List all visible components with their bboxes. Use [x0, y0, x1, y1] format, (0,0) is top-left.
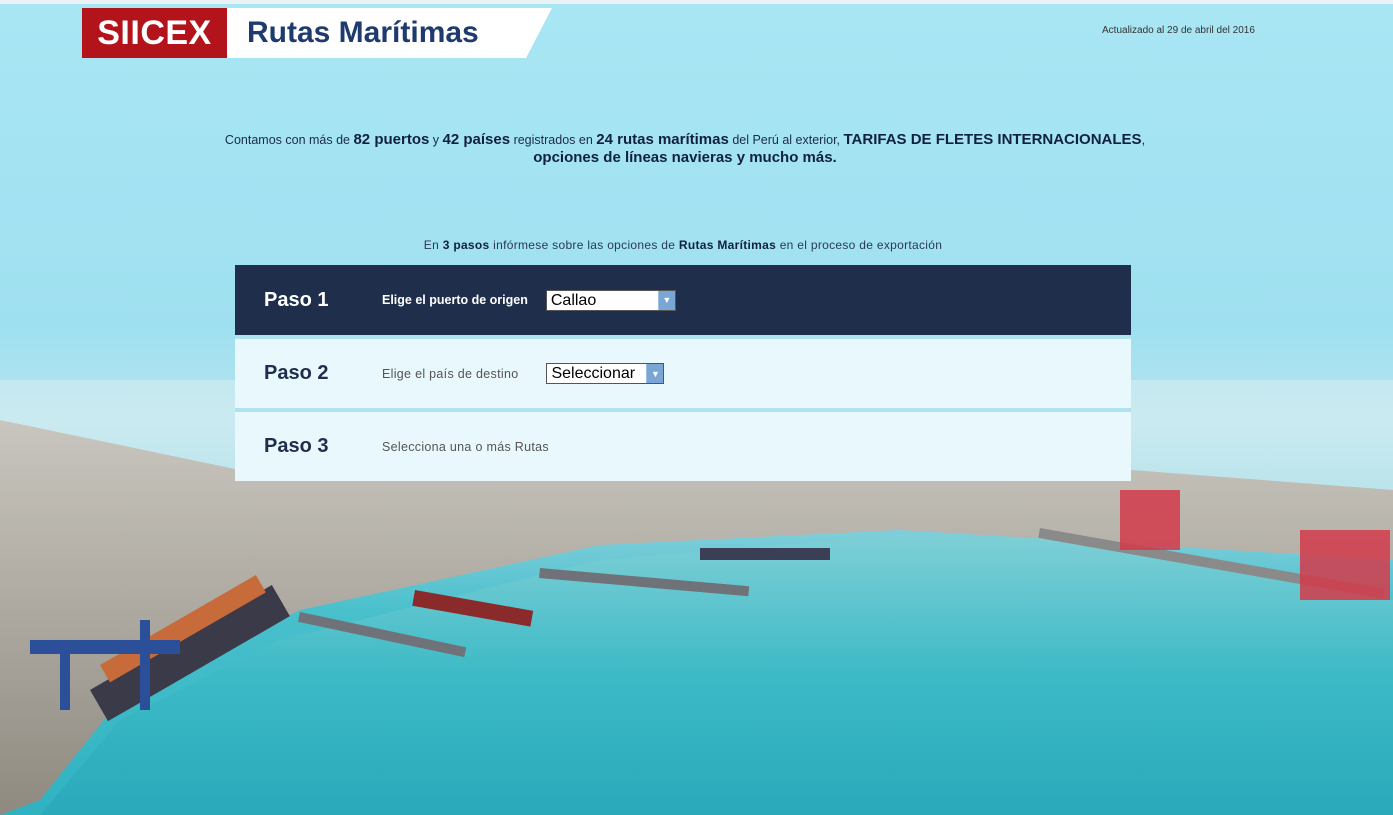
- step-3-label: Selecciona una o más Rutas: [382, 439, 549, 454]
- intro-text: Contamos con más de 82 puertos y 42 país…: [224, 131, 1146, 166]
- step-2-label: Elige el país de destino: [382, 366, 519, 381]
- steps-intro-text: En 3 pasos infórmese sobre las opciones …: [423, 238, 943, 252]
- origin-port-value: Callao: [550, 291, 597, 309]
- chevron-down-icon[interactable]: ▼: [657, 290, 675, 310]
- step-2-title: Paso 2: [264, 362, 329, 384]
- step-1-label: Elige el puerto de origen: [382, 293, 528, 307]
- step-3-panel: Paso 3 Selecciona una o más Rutas: [235, 412, 1131, 481]
- destination-country-value: Seleccionar: [551, 365, 636, 382]
- step-3-title: Paso 3: [264, 435, 329, 457]
- rutas-maritimas-logo[interactable]: Rutas Marítimas: [227, 8, 552, 58]
- step-1-panel: Paso 1 Elige el puerto de origen Callao …: [235, 265, 1131, 335]
- destination-country-select[interactable]: Seleccionar ▼: [546, 363, 665, 384]
- chevron-down-icon[interactable]: ▼: [646, 364, 664, 383]
- origin-port-select[interactable]: Callao ▼: [545, 289, 676, 311]
- step-1-title: Paso 1: [264, 288, 329, 311]
- step-2-panel: Paso 2 Elige el país de destino Seleccio…: [235, 339, 1131, 408]
- siicex-logo[interactable]: SIICEX: [82, 8, 227, 58]
- updated-date: Actualizado al 29 de abril del 2016: [1102, 25, 1255, 36]
